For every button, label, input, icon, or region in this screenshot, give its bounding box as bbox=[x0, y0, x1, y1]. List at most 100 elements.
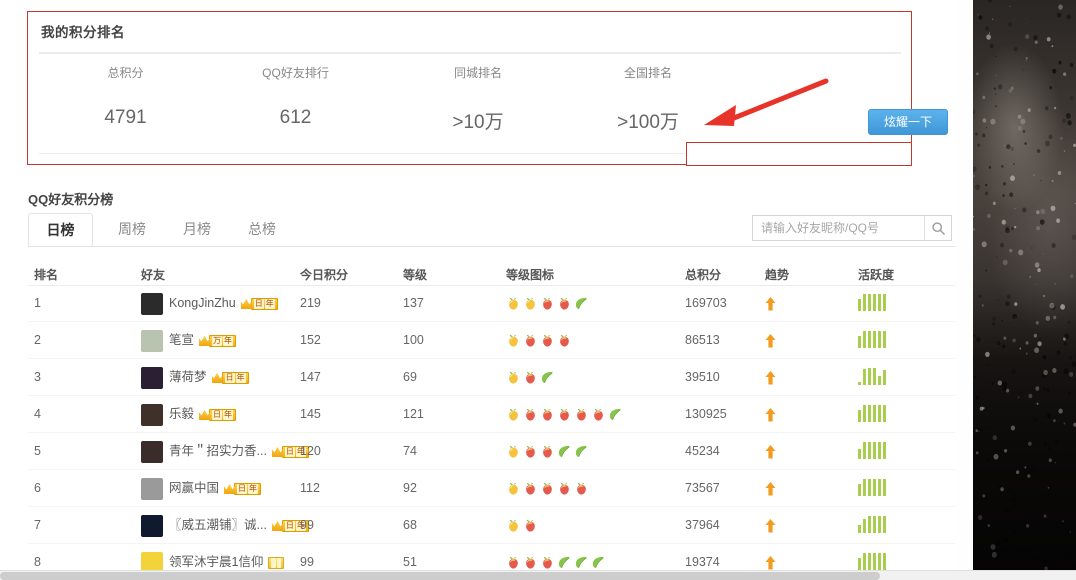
my-rank-title: 我的积分排名 bbox=[41, 25, 125, 40]
stat-total-points: 总积分 4791 bbox=[63, 64, 188, 129]
table-header-row: 排名 好友 今日积分 等级 等级图标 总积分 趋势 活跃度 bbox=[28, 256, 956, 286]
cell-today-points: 147 bbox=[300, 370, 321, 384]
activity-bar bbox=[868, 553, 871, 570]
activity-bar bbox=[873, 516, 876, 533]
cell-friend[interactable]: 网赢中国 日年 bbox=[141, 470, 262, 507]
stat-city-rank: 同城排名 >10万 bbox=[413, 64, 543, 134]
activity-bars bbox=[858, 396, 886, 433]
tab-total[interactable]: 总榜 bbox=[236, 213, 288, 247]
level-badge: 日年 bbox=[211, 371, 249, 384]
avatar[interactable] bbox=[141, 329, 163, 352]
page-right-gutter bbox=[955, 0, 973, 580]
arrow-up-icon bbox=[765, 481, 776, 495]
level-badge: 日年 bbox=[240, 297, 278, 310]
activity-bar bbox=[863, 331, 866, 348]
table-row[interactable]: 7 〖威五潮铺〗诚... 日年 99 68 37964 bbox=[28, 507, 956, 544]
activity-bar bbox=[883, 405, 886, 422]
cell-activity bbox=[858, 433, 886, 470]
table-row[interactable]: 4 乐毅 日年 145 121 130925 bbox=[28, 396, 956, 433]
cell-rank: 2 bbox=[34, 333, 41, 347]
cell-today-points: 152 bbox=[300, 333, 321, 347]
search-input[interactable] bbox=[753, 216, 925, 240]
highlighted-input-field[interactable] bbox=[686, 142, 912, 166]
apple-icon-red bbox=[526, 556, 535, 569]
apple-icon-red bbox=[526, 445, 535, 458]
cell-level: 74 bbox=[403, 444, 417, 458]
friend-search-box bbox=[752, 215, 952, 241]
activity-bar bbox=[873, 294, 876, 311]
activity-bar bbox=[858, 410, 861, 422]
activity-bar bbox=[858, 336, 861, 348]
col-header-friend: 好友 bbox=[141, 268, 166, 282]
table-row[interactable]: 6 网赢中国 日年 112 92 73567 bbox=[28, 470, 956, 507]
cell-friend[interactable]: 乐毅 日年 bbox=[141, 396, 237, 433]
cell-friend[interactable]: 薄荷梦 日年 bbox=[141, 359, 249, 396]
activity-bar bbox=[863, 368, 866, 385]
cell-rank: 4 bbox=[34, 407, 41, 421]
friend-name: KongJinZhu bbox=[169, 296, 236, 310]
apple-icon-red bbox=[543, 297, 552, 310]
leaf-icon bbox=[592, 556, 605, 569]
cell-activity bbox=[858, 396, 886, 433]
friend-name: 笔宣 bbox=[169, 333, 195, 347]
cell-friend[interactable]: 青年＂招实力香... 日年 bbox=[141, 433, 309, 470]
avatar[interactable] bbox=[141, 440, 163, 463]
apple-icon-yellow bbox=[526, 297, 535, 310]
scrollbar-thumb[interactable] bbox=[0, 572, 880, 580]
cell-activity bbox=[858, 470, 886, 507]
cell-trend bbox=[765, 322, 776, 359]
tab-day[interactable]: 日榜 bbox=[28, 213, 93, 247]
cell-friend[interactable]: 〖威五潮铺〗诚... 日年 bbox=[141, 507, 309, 544]
apple-icon-red bbox=[543, 556, 552, 569]
table-row[interactable]: 2 笔宣 万年 152 100 86513 bbox=[28, 322, 956, 359]
badge-label: 日年 bbox=[250, 297, 278, 310]
main-content: 我的积分排名 总积分 4791 QQ好友排行 612 同城排名 >10万 全国排… bbox=[0, 0, 958, 580]
apple-icon-yellow bbox=[509, 297, 518, 310]
cell-total-points: 73567 bbox=[685, 481, 720, 495]
cell-rank: 1 bbox=[34, 296, 41, 310]
cell-today-points: 112 bbox=[300, 481, 320, 495]
cell-level: 100 bbox=[403, 333, 424, 347]
leaf-icon bbox=[558, 445, 571, 458]
cell-trend bbox=[765, 396, 776, 433]
cell-total-points: 37964 bbox=[685, 518, 720, 532]
apple-icon-red bbox=[577, 482, 586, 495]
activity-bar bbox=[858, 525, 861, 533]
apple-icon-red bbox=[509, 556, 518, 569]
table-row[interactable]: 3 薄荷梦 日年 147 69 39510 bbox=[28, 359, 956, 396]
activity-bar bbox=[883, 553, 886, 570]
cell-level-icons bbox=[506, 322, 572, 359]
cell-trend bbox=[765, 433, 776, 470]
stat-label: 同城排名 bbox=[453, 66, 502, 80]
avatar[interactable] bbox=[141, 403, 163, 426]
table-row[interactable]: 1 KongJinZhu 日年 219 137 169703 bbox=[28, 285, 956, 322]
arrow-up-icon bbox=[765, 370, 776, 384]
table-row[interactable]: 5 青年＂招实力香... 日年 120 74 45234 bbox=[28, 433, 956, 470]
cell-level-icons bbox=[506, 433, 589, 470]
level-badge: 万年 bbox=[199, 334, 237, 347]
activity-bar bbox=[868, 294, 871, 311]
apple-icon-red bbox=[543, 482, 552, 495]
tab-month[interactable]: 月榜 bbox=[171, 213, 223, 247]
cell-friend[interactable]: KongJinZhu 日年 bbox=[141, 285, 278, 322]
activity-bar bbox=[868, 405, 871, 422]
cell-level-icons bbox=[506, 507, 538, 544]
activity-bar bbox=[863, 518, 866, 533]
activity-bar bbox=[863, 553, 866, 570]
activity-bar bbox=[858, 381, 861, 385]
friend-name: 薄荷梦 bbox=[169, 370, 207, 384]
avatar[interactable] bbox=[141, 514, 163, 537]
avatar[interactable] bbox=[141, 292, 163, 315]
search-button[interactable] bbox=[924, 216, 951, 240]
activity-bar bbox=[883, 516, 886, 533]
cell-rank: 3 bbox=[34, 370, 41, 384]
avatar[interactable] bbox=[141, 366, 163, 389]
cell-friend[interactable]: 笔宣 万年 bbox=[141, 322, 237, 359]
tab-week[interactable]: 周榜 bbox=[106, 213, 158, 247]
activity-bar bbox=[863, 405, 866, 422]
show-off-button[interactable]: 炫耀一下 bbox=[868, 109, 948, 135]
tabs-underline bbox=[28, 246, 956, 247]
arrow-up-icon bbox=[765, 444, 776, 458]
horizontal-scrollbar[interactable] bbox=[0, 570, 1076, 580]
avatar[interactable] bbox=[141, 477, 163, 500]
